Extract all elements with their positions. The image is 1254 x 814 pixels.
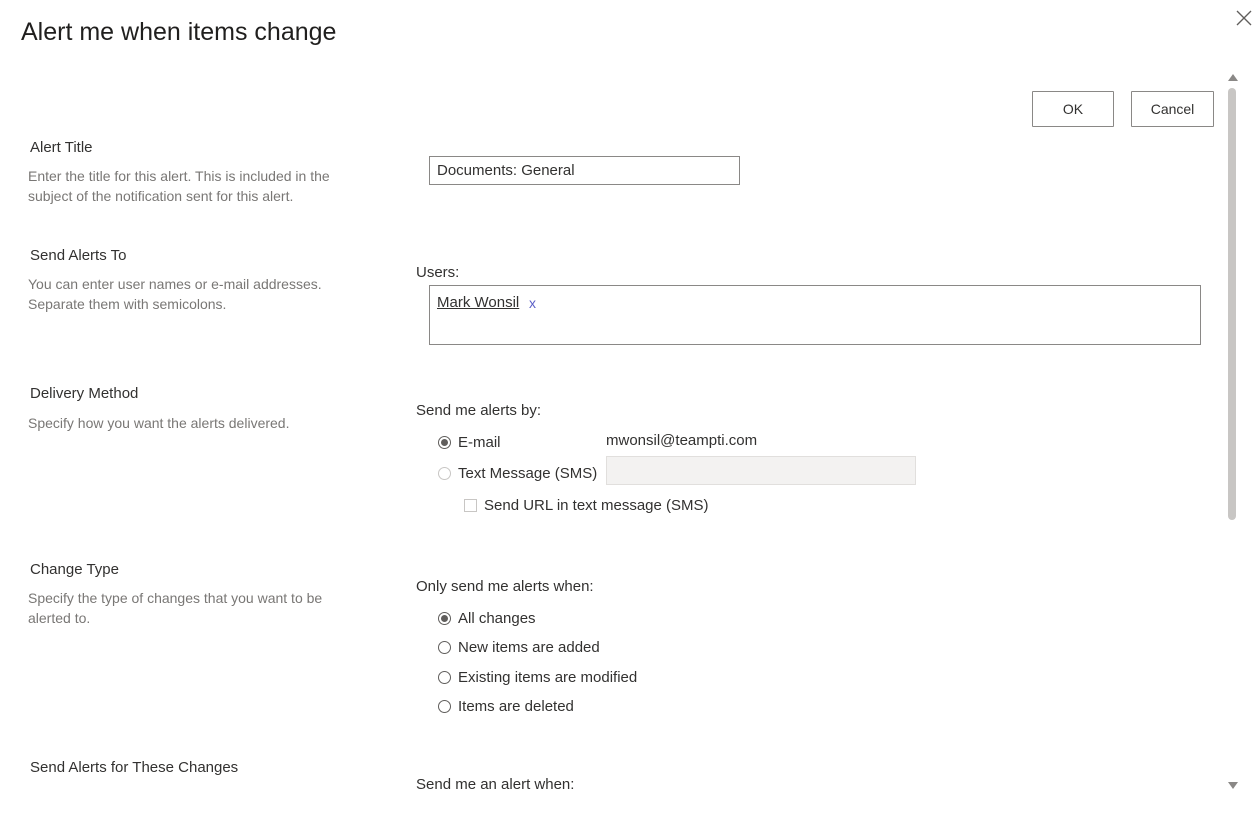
alert-title-description: Enter the title for this alert. This is … — [28, 168, 330, 204]
scrollbar[interactable] — [1226, 72, 1240, 794]
form-scroll-area: OK Cancel Alert Title Enter the title fo… — [0, 70, 1226, 792]
alert-title-heading: Alert Title — [30, 139, 93, 156]
send-url-label: Send URL in text message (SMS) — [484, 497, 709, 514]
delivery-method-description: Specify how you want the alerts delivere… — [28, 415, 290, 431]
users-label: Users: — [416, 264, 460, 281]
alert-title-input[interactable] — [429, 156, 740, 185]
scroll-thumb[interactable] — [1228, 88, 1236, 520]
delivery-method-heading: Delivery Method — [30, 385, 139, 402]
change-label-modified: Existing items are modified — [458, 668, 638, 686]
send-alerts-to-heading: Send Alerts To — [30, 247, 127, 264]
send-alerts-changes-heading: Send Alerts for These Changes — [30, 759, 239, 776]
email-label: E-mail — [458, 433, 501, 451]
change-label-all: All changes — [458, 609, 536, 627]
close-button[interactable] — [1234, 8, 1254, 28]
email-address-value: mwonsil@teampti.com — [606, 432, 758, 449]
change-type-prompt: Only send me alerts when: — [416, 578, 594, 595]
change-radio-deleted[interactable] — [438, 699, 451, 713]
ok-button[interactable]: OK — [1032, 91, 1114, 127]
delivery-prompt: Send me alerts by: — [416, 402, 542, 419]
change-radio-all[interactable] — [438, 611, 451, 625]
sms-radio[interactable] — [438, 466, 451, 480]
sms-option[interactable]: Text Message (SMS) — [438, 463, 597, 483]
change-option-all[interactable]: All changes — [438, 608, 536, 628]
email-option[interactable]: E-mail — [438, 432, 501, 452]
dialog-title: Alert me when items change — [21, 18, 337, 46]
sms-number-input[interactable] — [606, 456, 916, 485]
user-token[interactable]: Mark Wonsil — [437, 294, 519, 311]
cancel-button[interactable]: Cancel — [1131, 91, 1214, 127]
scroll-down-arrow[interactable] — [1228, 782, 1238, 789]
change-option-modified[interactable]: Existing items are modified — [438, 667, 637, 687]
change-label-deleted: Items are deleted — [458, 697, 574, 715]
remove-user-icon[interactable]: x — [529, 295, 536, 311]
close-icon — [1236, 10, 1252, 26]
scroll-up-arrow[interactable] — [1228, 74, 1238, 81]
email-radio[interactable] — [438, 435, 451, 449]
change-option-deleted[interactable]: Items are deleted — [438, 696, 574, 716]
send-url-checkbox[interactable] — [464, 499, 477, 512]
change-type-description: Specify the type of changes that you wan… — [28, 590, 323, 626]
send-alerts-to-description: You can enter user names or e-mail addre… — [28, 276, 322, 312]
change-radio-added[interactable] — [438, 640, 451, 654]
change-option-added[interactable]: New items are added — [438, 637, 600, 657]
change-label-added: New items are added — [458, 638, 600, 656]
change-type-heading: Change Type — [30, 561, 119, 578]
users-people-picker[interactable]: Mark Wonsil x — [429, 285, 1201, 345]
sms-label: Text Message (SMS) — [458, 464, 598, 482]
send-url-option[interactable]: Send URL in text message (SMS) — [464, 497, 709, 514]
send-alerts-changes-prompt: Send me an alert when: — [416, 776, 575, 792]
change-radio-modified[interactable] — [438, 670, 451, 684]
